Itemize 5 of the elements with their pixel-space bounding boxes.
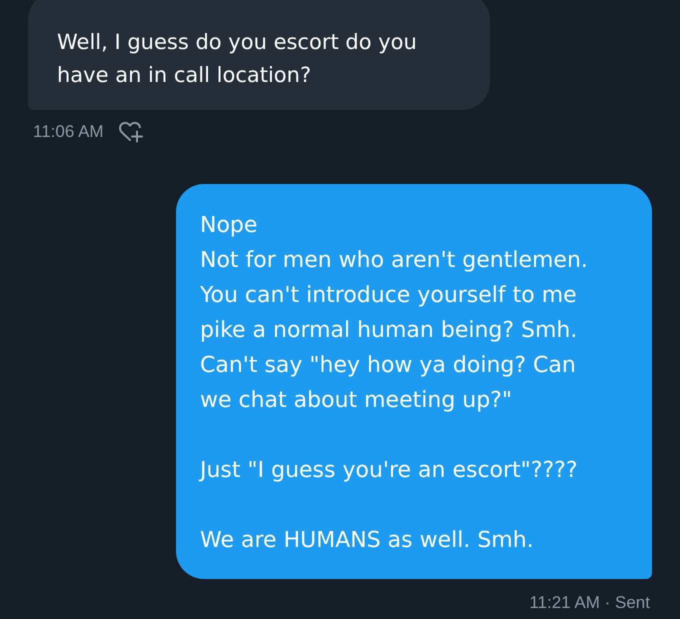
- timestamp: 11:21 AM · Sent: [529, 592, 650, 614]
- message-text: Well, I guess do you escort do you have an in call location?: [57, 28, 418, 88]
- message-text: Nope Not for men who aren't gentlemen. You can't introduce yourself to me pike a normal human being? Smh. Can't say "hey how ya doing? Can we chat about meeting up?" Just "I guess you're an escort"???? We are HUMANS as well. Smh.: [200, 212, 589, 554]
- add-reaction-heart-icon[interactable]: [118, 120, 144, 144]
- timestamp: 11:06 AM: [33, 121, 104, 143]
